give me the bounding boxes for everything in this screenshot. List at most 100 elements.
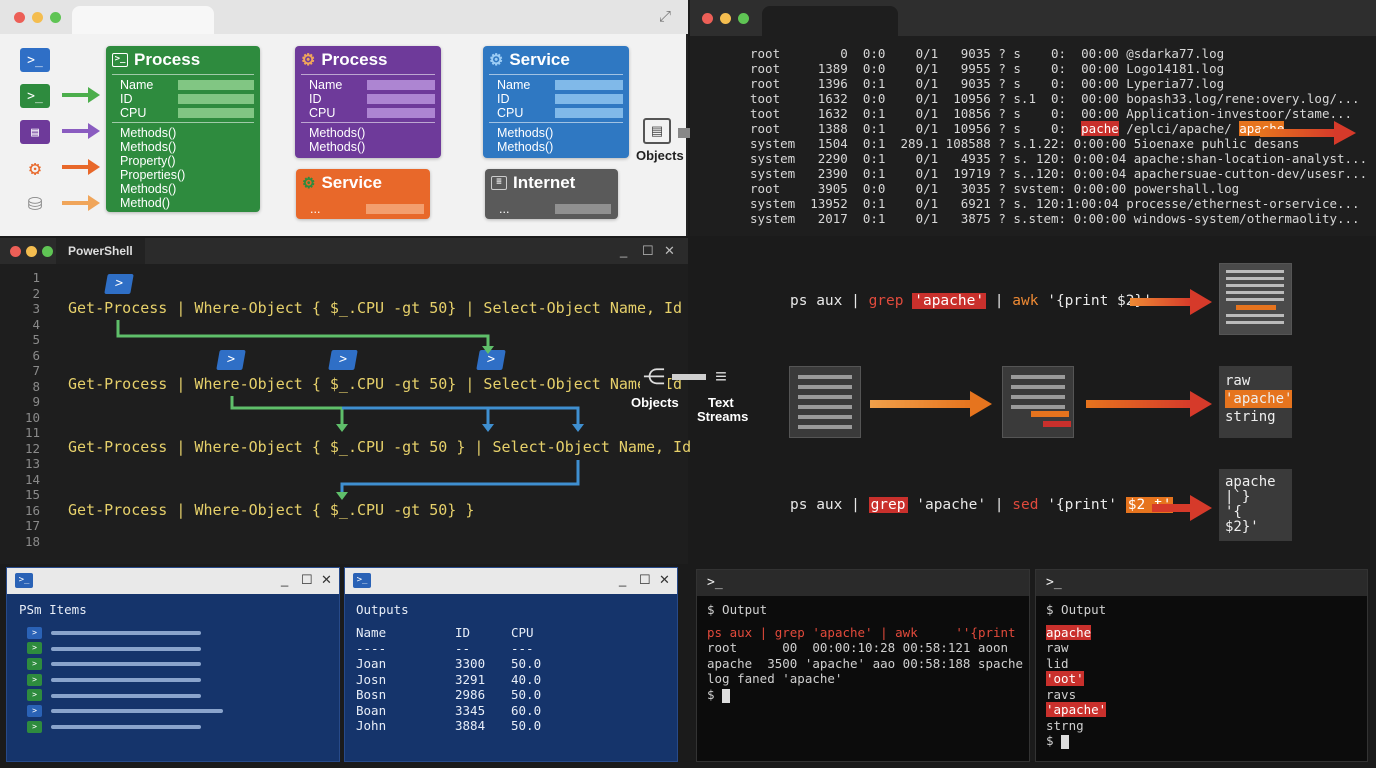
output-header: $ Output [707,602,768,617]
card-title: Internet [513,173,576,192]
method: Methods() [120,182,177,196]
table-cell-cpu: 50.0 [511,718,542,733]
terminal-icon: > [27,658,42,670]
terminal-tab[interactable] [762,6,898,36]
ps-line-highlighted: root 1388 0:1 0/1 10956 ? s 0: pache /ep… [750,121,1285,136]
pane-title: Outputs [356,602,409,617]
gears-icon: ⚙ [301,52,316,69]
output-line: root 00 00:00:10:28 00:58:121 aoon [707,640,1009,655]
method: Methods() [497,140,554,154]
item-bar[interactable] [51,709,223,713]
output-item-highlighted: 'apache' [1046,702,1107,717]
process-object-card[interactable]: >_ Process Name ID CPU Methods() Methods(… [106,46,260,212]
arrow-right-icon [1260,121,1356,145]
output-item: strng [1046,718,1084,733]
method: Property() [120,154,176,168]
terminal-icon: >_ [20,84,50,108]
item-bar[interactable] [51,678,201,682]
outputs-pane: >_ _ ☐ ✕ Outputs Name ID CPU ---- -- ---… [344,567,678,762]
service-object-card[interactable]: ⚙ Service ... [296,169,430,219]
prompt-line[interactable]: $ [1046,733,1070,749]
divider [489,122,623,123]
property-name: Name [120,78,154,92]
property-value-bar [367,94,435,104]
arrow-purple-icon [62,123,102,139]
output-item: ravs [1046,687,1077,702]
maximize-icon[interactable]: ☐ [301,572,313,588]
terminal-icon: > [27,721,42,733]
property-ellipsis: ... [310,202,321,216]
property-value-bar [366,204,424,214]
minimize-icon[interactable]: _ [281,572,288,587]
arrow-orange-icon [62,159,102,175]
maximize-dot[interactable] [50,12,61,23]
column-header-cpu: CPU [511,625,534,640]
cmd-part: 'apache' | [907,497,1013,513]
object-diagram-window: ⤢ >_ >_ ▤ ⚙ ⛁ >_ Process Name ID CPU Meth… [0,0,688,236]
pipeline-command-awk[interactable]: ps aux | grep 'apache' | awk '{print $2}… [790,293,1152,309]
process-object-card[interactable]: ⚙ Process Name ID CPU Methods() Methods() [295,46,441,158]
item-bar[interactable] [51,725,201,729]
item-bar[interactable] [51,662,201,666]
minimize-dot[interactable] [720,13,731,24]
close-icon[interactable]: ✕ [321,572,332,588]
property-value-bar [555,94,623,104]
cmd-part: | [986,293,1013,309]
ps-line: system 2017 0:1 0/1 3875 ? s.stem: 0:00:… [750,211,1360,226]
close-dot[interactable] [702,13,713,24]
divider [301,122,435,123]
property-name: Name [309,78,343,92]
property-id: ID [309,92,322,106]
arrow-light-orange-icon [62,195,102,211]
text-streams-label-2: Streams [697,409,749,424]
item-bar[interactable] [51,694,201,698]
pipeline-command-sed[interactable]: ps aux | grep 'apache' | sed '{print' $2… [790,497,1174,513]
ps-line: root 1389 0:0 0/1 9955 ? s 0: 00:00 Logo… [750,61,1225,76]
cmd-part: ps aux | [790,497,869,513]
objects-label: Objects [631,395,679,410]
method: Methods() [120,126,177,140]
awk-keyword: awk [895,625,918,640]
minimize-icon[interactable]: _ [619,572,626,587]
terminal-prompt-bar: >_ [1036,570,1367,596]
connector-bar [672,374,706,380]
item-bar[interactable] [51,647,201,651]
output-item-highlighted: 'oot' [1046,671,1084,686]
property-value-bar [555,204,611,214]
ps-line: root 1396 0:1 0/1 9035 ? s 0: 00:00 Lype… [750,76,1225,91]
share-nodes-icon: ⋲ [640,362,668,392]
prompt-line[interactable]: $ [707,687,731,703]
pane-title: PSm Items [19,602,87,617]
powershell-icon: > [27,705,42,717]
method: Methods() [497,126,554,140]
text-cursor [722,688,731,703]
close-dot[interactable] [14,12,25,23]
result-line: '{ [1225,504,1242,520]
item-bar[interactable] [51,631,201,635]
browser-tab[interactable] [72,6,214,34]
text-document-filtered-icon [1002,366,1074,438]
maximize-icon[interactable]: ☐ [639,572,651,588]
ps-line: root 0 0:0 0/1 9035 ? s 0: 00:00 @sdarka… [750,46,1225,61]
result-string-box: raw'apache' string [1219,366,1293,438]
pipeline-connectors [116,320,584,500]
output-terminal-1: >_ $ Output ps aux | grep 'apache' | awk… [696,569,1030,762]
maximize-dot[interactable] [738,13,749,24]
result-line: |`} [1225,489,1251,505]
minimize-dot[interactable] [32,12,43,23]
method: Methods() [309,140,366,154]
gears-icon: ⚙ [302,175,316,192]
property-cpu: CPU [497,106,524,120]
table-cell-id: 3345 [455,703,486,718]
table-cell-id: 3300 [455,656,486,671]
expand-icon[interactable]: ⤢ [656,8,674,26]
terminal-prompt-bar: >_ [697,570,1029,596]
close-icon[interactable]: ✕ [659,572,670,588]
internet-object-card[interactable]: ≡ Internet ... [485,169,618,219]
table-cell-cpu: 40.0 [511,672,542,687]
service-object-card[interactable]: ⚙ Service Name ID CPU Methods() Methods() [483,46,629,158]
gears-icon: ⚙ [489,52,504,69]
cmd-part: ps aux | [707,625,775,640]
card-title: Service [321,173,382,192]
powershell-icon: >_ [353,573,371,588]
